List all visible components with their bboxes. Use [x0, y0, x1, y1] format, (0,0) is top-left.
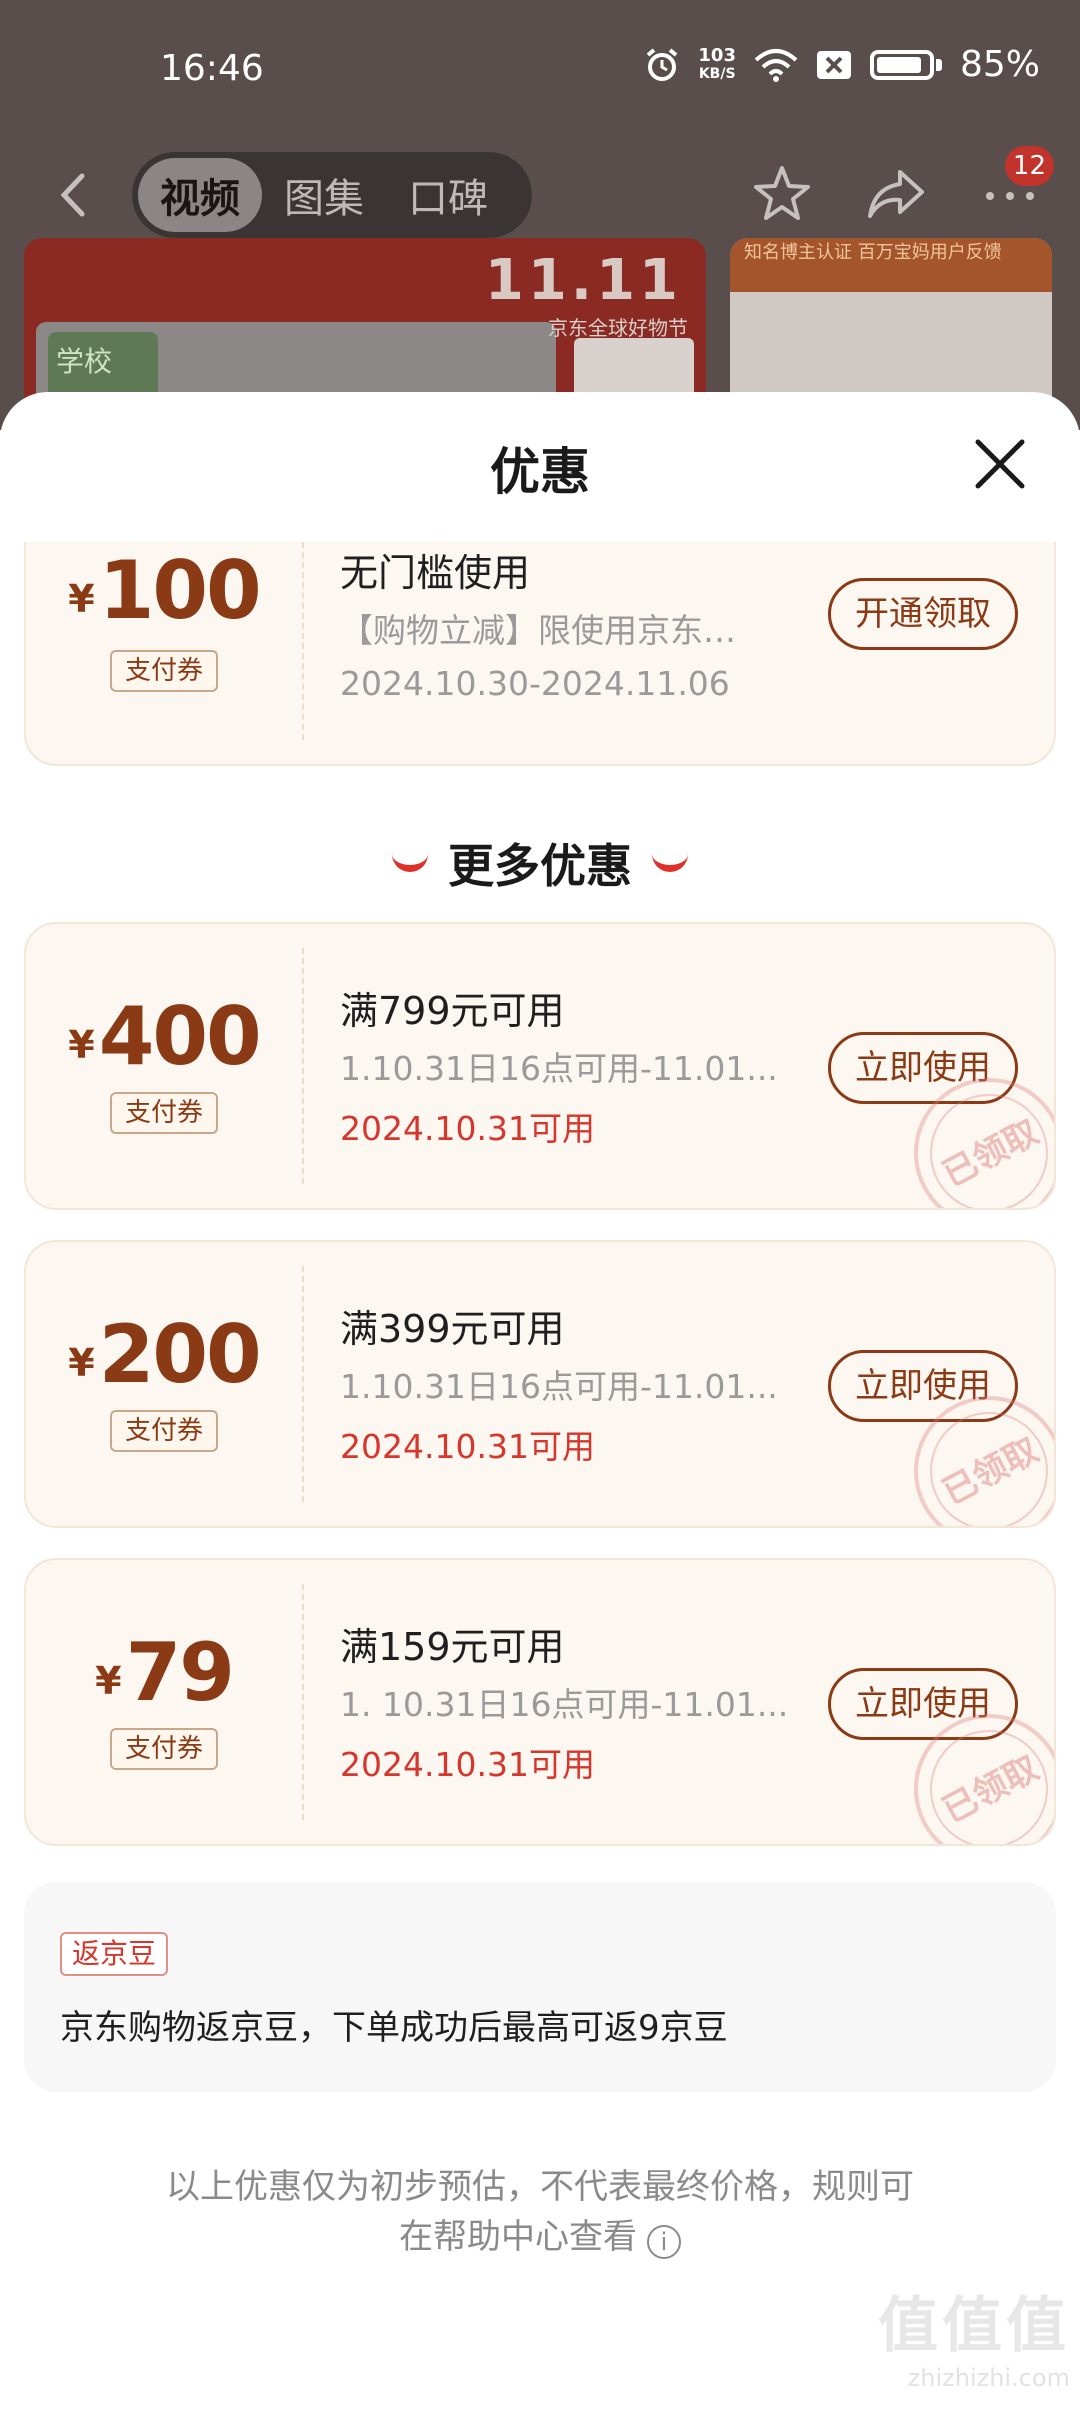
review-heading: 知名博主认证 百万宝妈用户反馈 — [730, 238, 1052, 292]
coupon-divider — [302, 1584, 304, 1820]
footnote: 以上优惠仅为初步预估，不代表最终价格，规则可 在帮助中心查看 i — [0, 2162, 1080, 2262]
battery-tip — [935, 58, 942, 71]
currency-symbol: ¥ — [68, 1341, 95, 1385]
coupon-type-tag: 支付券 — [110, 1728, 218, 1770]
footnote-line-2[interactable]: 在帮助中心查看 — [399, 2217, 637, 2257]
coupon-type-tag: 支付券 — [110, 650, 218, 692]
logo-1111: 11.11 — [484, 248, 682, 313]
tab-gallery[interactable]: 图集 — [262, 158, 386, 232]
jd-beans-card: 返京豆 京东购物返京豆，下单成功后最高可返9京豆 — [24, 1882, 1056, 2092]
wifi-icon — [754, 48, 798, 82]
beans-tag: 返京豆 — [60, 1932, 169, 1976]
footnote-line-2-wrap: 在帮助中心查看 i — [0, 2212, 1080, 2262]
coupon-date: 2024.10.30-2024.11.06 — [340, 664, 730, 703]
tab-reviews[interactable]: 口碑 — [386, 158, 510, 232]
coupon-divider — [302, 542, 304, 740]
battery-body — [869, 49, 934, 80]
more-button[interactable]: 12 — [980, 146, 1054, 224]
coupon-desc: 1.10.31日16点可用-11.01... — [340, 1049, 778, 1088]
tab-video[interactable]: 视频 — [138, 158, 262, 232]
coupon-card: ¥79 支付券 满159元可用 1. 10.31日16点可用-11.01... … — [24, 1558, 1056, 1846]
status-time: 16:46 — [160, 48, 264, 89]
coupon-card: ¥200 支付券 满399元可用 1.10.31日16点可用-11.01... … — [24, 1240, 1056, 1528]
coupon-card: ¥400 支付券 满799元可用 1.10.31日16点可用-11.01... … — [24, 922, 1056, 1210]
coupon-desc: 1.10.31日16点可用-11.01... — [340, 1367, 778, 1406]
coupon-title: 满159元可用 — [340, 1625, 565, 1669]
notification-badge: 12 — [1004, 146, 1054, 186]
smile-deco-right — [652, 854, 688, 872]
coupon-amount: ¥79 — [26, 1626, 302, 1719]
status-bar: 16:46 103 KB/S 85% — [0, 0, 1080, 140]
smile-deco-left — [392, 854, 428, 872]
amount-value: 100 — [98, 544, 262, 637]
festival-label: 京东全球好物节 — [548, 316, 688, 340]
net-speed-value: 103 — [698, 44, 736, 66]
more-discounts-heading: 更多优惠 — [0, 830, 1080, 896]
sheet-title: 优惠 — [490, 443, 590, 501]
watermark-domain: zhizhizhi.com — [907, 2364, 1070, 2392]
footnote-line-1: 以上优惠仅为初步预估，不代表最终价格，规则可 — [166, 2167, 914, 2207]
coupon-card: ¥100 支付券 无门槛使用 【购物立减】限使用京东… 2024.10.30-2… — [24, 542, 1056, 766]
coupon-desc: 1. 10.31日16点可用-11.01... — [340, 1685, 789, 1724]
discount-sheet: 优惠 ¥100 支付券 无门槛使用 【购物立减】限使用京东… 2024.10.3… — [0, 392, 1080, 2412]
share-icon[interactable] — [866, 164, 926, 224]
coupon-amount: ¥200 — [26, 1308, 302, 1401]
coupon-title: 满399元可用 — [340, 1307, 565, 1351]
info-icon[interactable]: i — [647, 2225, 681, 2259]
nav-actions: 12 — [752, 146, 1054, 224]
net-speed-unit: KB/S — [698, 65, 736, 82]
star-icon[interactable] — [752, 164, 812, 224]
currency-symbol: ¥ — [95, 1659, 122, 1703]
coupon-type-tag: 支付券 — [110, 1092, 218, 1134]
coupon-amount: ¥400 — [26, 990, 302, 1083]
content-tab-switcher: 视频 图集 口碑 — [132, 152, 532, 238]
watermark-logo: 值值值 — [878, 2291, 1070, 2361]
battery-percent: 85% — [959, 44, 1040, 85]
currency-symbol: ¥ — [68, 1023, 95, 1067]
coupon-divider — [302, 1266, 304, 1502]
coupon-amount: ¥100 — [26, 544, 302, 637]
coupon-date: 2024.10.31可用 — [340, 1745, 595, 1784]
coupon-desc: 【购物立减】限使用京东… — [340, 611, 736, 650]
back-icon[interactable] — [50, 170, 100, 220]
coupon-date: 2024.10.31可用 — [340, 1427, 595, 1466]
amount-value: 200 — [98, 1308, 262, 1401]
beans-text: 京东购物返京豆，下单成功后最高可返9京豆 — [60, 2008, 728, 2048]
net-speed: 103 KB/S — [698, 44, 736, 83]
coupon-date: 2024.10.31可用 — [340, 1109, 595, 1148]
top-nav: 视频 图集 口碑 12 — [0, 140, 1080, 250]
school-text: 学校 — [56, 345, 113, 378]
coupon-divider — [302, 948, 304, 1184]
no-sim-icon — [816, 50, 851, 79]
close-icon[interactable] — [968, 432, 1032, 496]
watermark: 值值值 zhizhizhi.com — [878, 2277, 1070, 2392]
coupon-title: 满799元可用 — [340, 989, 565, 1033]
battery-icon — [869, 49, 942, 80]
alarm-icon — [647, 47, 678, 81]
amount-value: 79 — [125, 1626, 235, 1719]
coupon-title: 无门槛使用 — [340, 551, 531, 595]
activate-claim-button[interactable]: 开通领取 — [828, 578, 1018, 650]
coupon-type-tag: 支付券 — [110, 1410, 218, 1452]
amount-value: 400 — [98, 990, 262, 1083]
more-discounts-title: 更多优惠 — [448, 839, 632, 893]
status-icons: 103 KB/S 85% — [644, 44, 1040, 85]
currency-symbol: ¥ — [68, 577, 95, 621]
